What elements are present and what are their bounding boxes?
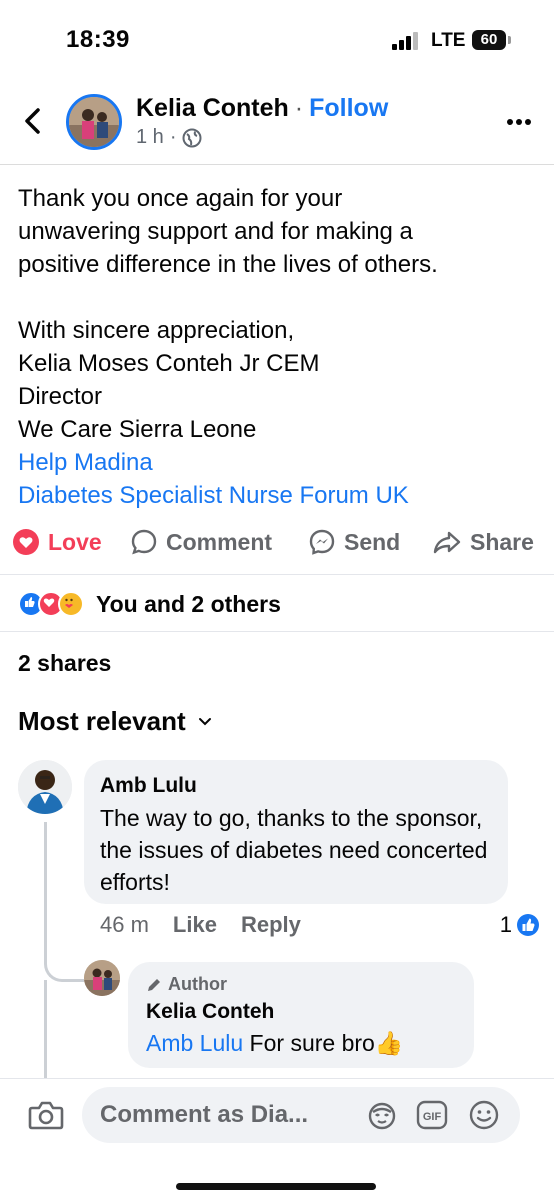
author-name[interactable]: Kelia Conteh: [136, 94, 289, 122]
post-time[interactable]: 1 h: [136, 126, 164, 149]
author-badge-label: Author: [168, 974, 227, 994]
status-bar: 18:39 LTE 60: [0, 0, 554, 80]
reaction-count-value: 1: [499, 912, 512, 937]
avatar[interactable]: [66, 94, 122, 150]
gif-label: GIF: [423, 1111, 442, 1123]
commenter-avatar[interactable]: [18, 760, 72, 814]
separator: ·: [294, 94, 304, 122]
reply-body: For sure bro👍: [243, 1030, 404, 1056]
comment-author[interactable]: Amb Lulu: [100, 774, 197, 798]
network-label: LTE: [431, 30, 466, 51]
sort-label: Most relevant: [18, 706, 186, 736]
post-line: Director: [18, 383, 103, 410]
follow-button[interactable]: Follow: [309, 94, 388, 122]
battery-cap: [508, 36, 511, 44]
tag-link-help-madina[interactable]: Help Madina: [18, 446, 538, 479]
gif-icon[interactable]: GIF: [416, 1099, 448, 1131]
reply-author-avatar[interactable]: [84, 960, 120, 996]
comment-button[interactable]: Comment: [130, 528, 272, 556]
post-header: Kelia Conteh · Follow 1 h ·: [0, 82, 554, 165]
post-line: With sincere appreciation,: [18, 317, 295, 344]
post-line: Thank you once again for your: [18, 185, 343, 212]
home-indicator: [176, 1183, 376, 1190]
care-reaction-icon: [58, 591, 84, 617]
comment-like-button[interactable]: Like: [173, 912, 217, 938]
reactions-summary[interactable]: You and 2 others: [18, 588, 281, 620]
camera-icon[interactable]: [28, 1099, 64, 1131]
reply-text: Amb Lulu For sure bro👍: [146, 1030, 403, 1057]
messenger-icon: [309, 529, 335, 555]
love-label: Love: [48, 528, 102, 555]
emoji-icon[interactable]: [468, 1099, 500, 1131]
reactions-label: You and 2 others: [96, 590, 281, 617]
status-time: 18:39: [66, 26, 130, 53]
reply-bubble[interactable]: Author Kelia Conteh Amb Lulu For sure br…: [128, 962, 474, 1068]
post-line: Kelia Moses Conteh Jr CEM: [18, 350, 320, 377]
comment-label: Comment: [166, 528, 273, 555]
reply-author[interactable]: Kelia Conteh: [146, 1000, 274, 1024]
post-body: Thank you once again for your unwavering…: [18, 182, 538, 512]
author-badge: Author: [146, 974, 227, 995]
comment-reply-button[interactable]: Reply: [241, 912, 301, 938]
divider: [0, 631, 554, 632]
share-label: Share: [470, 528, 534, 555]
heart-icon: [13, 529, 39, 555]
love-button[interactable]: Love: [12, 528, 102, 556]
comment-bubble[interactable]: Amb Lulu The way to go, thanks to the sp…: [84, 760, 508, 904]
thread-connector: [44, 822, 84, 982]
comment-placeholder: Comment as Dia...: [100, 1101, 309, 1128]
send-label: Send: [344, 528, 401, 555]
signal-icon: [392, 32, 422, 50]
globe-icon: [182, 128, 202, 147]
comment-meta: 46 m Like Reply 1: [100, 912, 540, 938]
like-icon: [517, 914, 539, 936]
post-meta: 1 h ·: [136, 126, 202, 149]
chevron-down-icon: [198, 717, 211, 725]
comment-icon: [131, 529, 157, 555]
post-line: unwavering support and for making a: [18, 218, 413, 245]
shares-count[interactable]: 2 shares: [18, 650, 111, 677]
post-line: positive difference in the lives of othe…: [18, 251, 438, 278]
pencil-icon: [148, 978, 160, 991]
battery-icon: 60: [472, 30, 506, 50]
reaction-icons: [18, 591, 84, 617]
comment-text: The way to go, thanks to the sponsor, th…: [100, 805, 488, 895]
share-button[interactable]: Share: [432, 528, 534, 556]
post-line: We Care Sierra Leone: [18, 416, 257, 443]
more-options-icon[interactable]: [506, 118, 532, 126]
comment-sort-dropdown[interactable]: Most relevant: [18, 706, 212, 737]
comment-composer: Comment as Dia... GIF: [0, 1078, 554, 1201]
tag-link-diabetes-forum[interactable]: Diabetes Specialist Nurse Forum UK: [18, 479, 538, 512]
author-name-row: Kelia Conteh · Follow: [136, 94, 388, 123]
reply-mention[interactable]: Amb Lulu: [146, 1030, 243, 1056]
action-bar: Love Comment Send Share: [0, 518, 554, 575]
back-icon[interactable]: [20, 106, 46, 136]
comment-reaction-count[interactable]: 1: [500, 912, 540, 938]
send-button[interactable]: Send: [308, 528, 400, 556]
comment-input[interactable]: Comment as Dia... GIF: [82, 1087, 520, 1143]
meta-separator: ·: [169, 126, 177, 148]
thread-connector-continuation: [44, 980, 47, 1080]
avatar-sticker-icon[interactable]: [366, 1099, 398, 1131]
comment-time: 46 m: [100, 912, 149, 937]
share-icon: [433, 531, 461, 554]
